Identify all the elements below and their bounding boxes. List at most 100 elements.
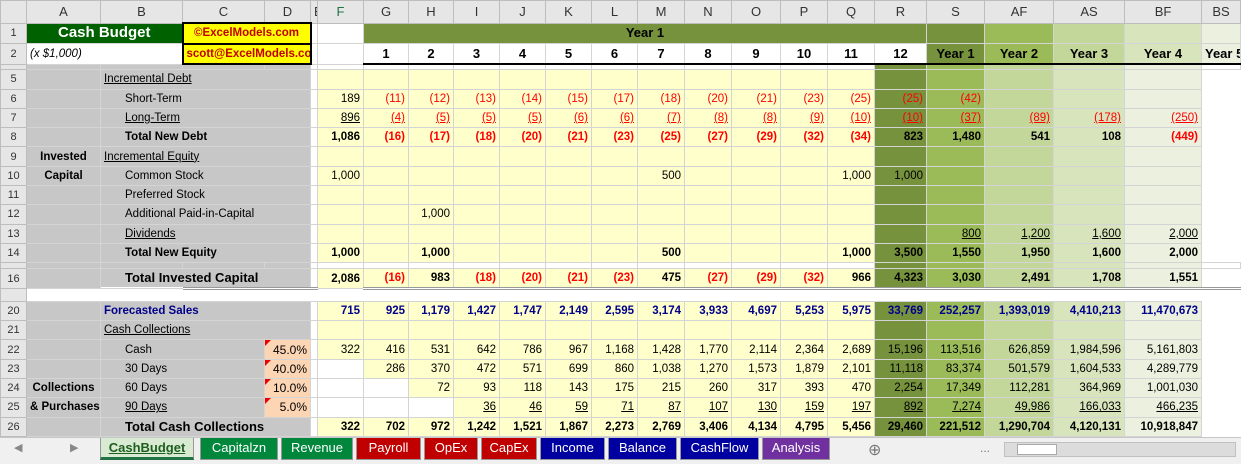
row-label[interactable]: Short-Term — [100, 88, 311, 109]
row-header-21[interactable]: 21 — [0, 320, 27, 341]
data-cell[interactable]: (34) — [827, 127, 875, 148]
row-label[interactable]: Incremental Equity — [100, 146, 311, 167]
data-cell[interactable]: 1,879 — [780, 358, 828, 380]
data-cell[interactable]: 501,579 — [984, 358, 1054, 380]
year-band-title[interactable]: Year 1 — [363, 22, 927, 45]
data-cell[interactable] — [317, 377, 364, 399]
cell[interactable] — [310, 69, 318, 90]
data-cell[interactable]: 1,270 — [684, 358, 732, 380]
cell[interactable] — [310, 22, 318, 45]
data-cell[interactable] — [984, 320, 1054, 341]
data-cell[interactable] — [731, 185, 781, 206]
year-header-2[interactable]: Year 2 — [984, 43, 1054, 66]
row-label[interactable]: Preferred Stock — [100, 185, 311, 206]
data-cell[interactable] — [827, 146, 875, 167]
spreadsheet-grid[interactable]: ABCDEFGHIJKLMNOPQRSAFASBFBS1Cash Budget©… — [0, 0, 1241, 438]
data-cell[interactable]: (89) — [984, 107, 1054, 129]
data-cell[interactable]: 2,000 — [1124, 242, 1202, 264]
data-cell[interactable] — [1124, 320, 1202, 341]
cell[interactable] — [984, 22, 1054, 45]
data-cell[interactable]: (18) — [453, 127, 500, 148]
data-cell[interactable]: 1,200 — [984, 223, 1054, 244]
row-header-11[interactable]: 11 — [0, 185, 27, 206]
data-cell[interactable]: 1,038 — [637, 358, 685, 380]
cell[interactable] — [1124, 287, 1202, 302]
data-cell[interactable]: (14) — [499, 88, 546, 109]
column-header-l[interactable]: L — [591, 0, 638, 24]
data-cell[interactable] — [591, 320, 638, 341]
data-cell[interactable]: 322 — [317, 416, 364, 438]
data-cell[interactable]: 466,235 — [1124, 397, 1202, 418]
data-cell[interactable]: (20) — [499, 127, 546, 148]
cell[interactable] — [1053, 22, 1125, 45]
data-cell[interactable]: 1,600 — [1053, 223, 1125, 244]
side-label[interactable] — [26, 300, 101, 322]
data-cell[interactable]: 5,456 — [827, 416, 875, 438]
data-cell[interactable]: 1,086 — [317, 127, 364, 148]
data-cell[interactable]: (25) — [827, 88, 875, 109]
data-cell[interactable] — [637, 69, 685, 90]
column-header-bf[interactable]: BF — [1124, 0, 1202, 24]
data-cell[interactable]: 571 — [499, 358, 546, 380]
data-cell[interactable] — [874, 320, 927, 341]
data-cell[interactable] — [1053, 88, 1125, 109]
data-cell[interactable] — [684, 320, 732, 341]
column-header-g[interactable]: G — [363, 0, 409, 24]
data-cell[interactable] — [731, 146, 781, 167]
data-cell[interactable]: 49,986 — [984, 397, 1054, 418]
data-cell[interactable]: 896 — [317, 107, 364, 129]
data-cell[interactable]: 1,747 — [499, 300, 546, 322]
side-label[interactable] — [26, 223, 101, 244]
data-cell[interactable]: 1,573 — [731, 358, 781, 380]
data-cell[interactable]: 260 — [684, 377, 732, 399]
column-header-n[interactable]: N — [684, 0, 732, 24]
data-cell[interactable]: 364,969 — [1053, 377, 1125, 399]
data-cell[interactable]: (23) — [591, 127, 638, 148]
column-header-i[interactable]: I — [453, 0, 500, 24]
data-cell[interactable] — [1124, 146, 1202, 167]
data-cell[interactable] — [637, 204, 685, 225]
data-cell[interactable] — [408, 397, 454, 418]
column-header-j[interactable]: J — [499, 0, 546, 24]
cell[interactable] — [310, 43, 318, 65]
data-cell[interactable]: 11,118 — [874, 358, 927, 380]
data-cell[interactable] — [780, 204, 828, 225]
data-cell[interactable]: (13) — [453, 88, 500, 109]
row-label[interactable]: Additional Paid-in-Capital — [100, 204, 311, 225]
data-cell[interactable] — [637, 146, 685, 167]
column-header-c[interactable]: C — [182, 0, 265, 24]
cell[interactable] — [318, 289, 364, 301]
data-cell[interactable]: 87 — [637, 397, 685, 418]
data-cell[interactable] — [453, 223, 500, 244]
cell[interactable] — [310, 320, 318, 341]
data-cell[interactable] — [684, 204, 732, 225]
data-cell[interactable]: 2,273 — [591, 416, 638, 438]
data-cell[interactable]: 1,000 — [874, 165, 927, 187]
data-cell[interactable] — [545, 223, 592, 244]
data-cell[interactable]: 5,253 — [780, 300, 828, 322]
data-cell[interactable] — [453, 242, 500, 264]
data-cell[interactable]: 1,000 — [408, 242, 454, 264]
data-cell[interactable]: 626,859 — [984, 339, 1054, 360]
data-cell[interactable] — [545, 165, 592, 187]
data-cell[interactable]: (18) — [453, 267, 500, 290]
data-cell[interactable]: 967 — [545, 339, 592, 360]
cell[interactable] — [926, 22, 985, 45]
data-cell[interactable]: 715 — [317, 300, 364, 322]
data-cell[interactable] — [1124, 185, 1202, 206]
row-label[interactable]: Total New Debt — [100, 127, 311, 148]
data-cell[interactable] — [780, 69, 828, 90]
data-cell[interactable]: 1,001,030 — [1124, 377, 1202, 399]
data-cell[interactable]: 475 — [637, 267, 685, 290]
data-cell[interactable] — [780, 242, 828, 264]
sheet-tab-cashflow[interactable]: CashFlow — [680, 438, 759, 460]
period-header-11[interactable]: 11 — [827, 43, 875, 66]
year-header-4[interactable]: Year 4 — [1124, 43, 1202, 66]
data-cell[interactable] — [545, 146, 592, 167]
data-cell[interactable]: (250) — [1124, 107, 1202, 129]
cell[interactable] — [310, 107, 318, 129]
column-header-q[interactable]: Q — [827, 0, 875, 24]
data-cell[interactable]: 175 — [591, 377, 638, 399]
data-cell[interactable]: 1,600 — [1053, 242, 1125, 264]
sheet-tab-income[interactable]: Income — [540, 438, 605, 460]
